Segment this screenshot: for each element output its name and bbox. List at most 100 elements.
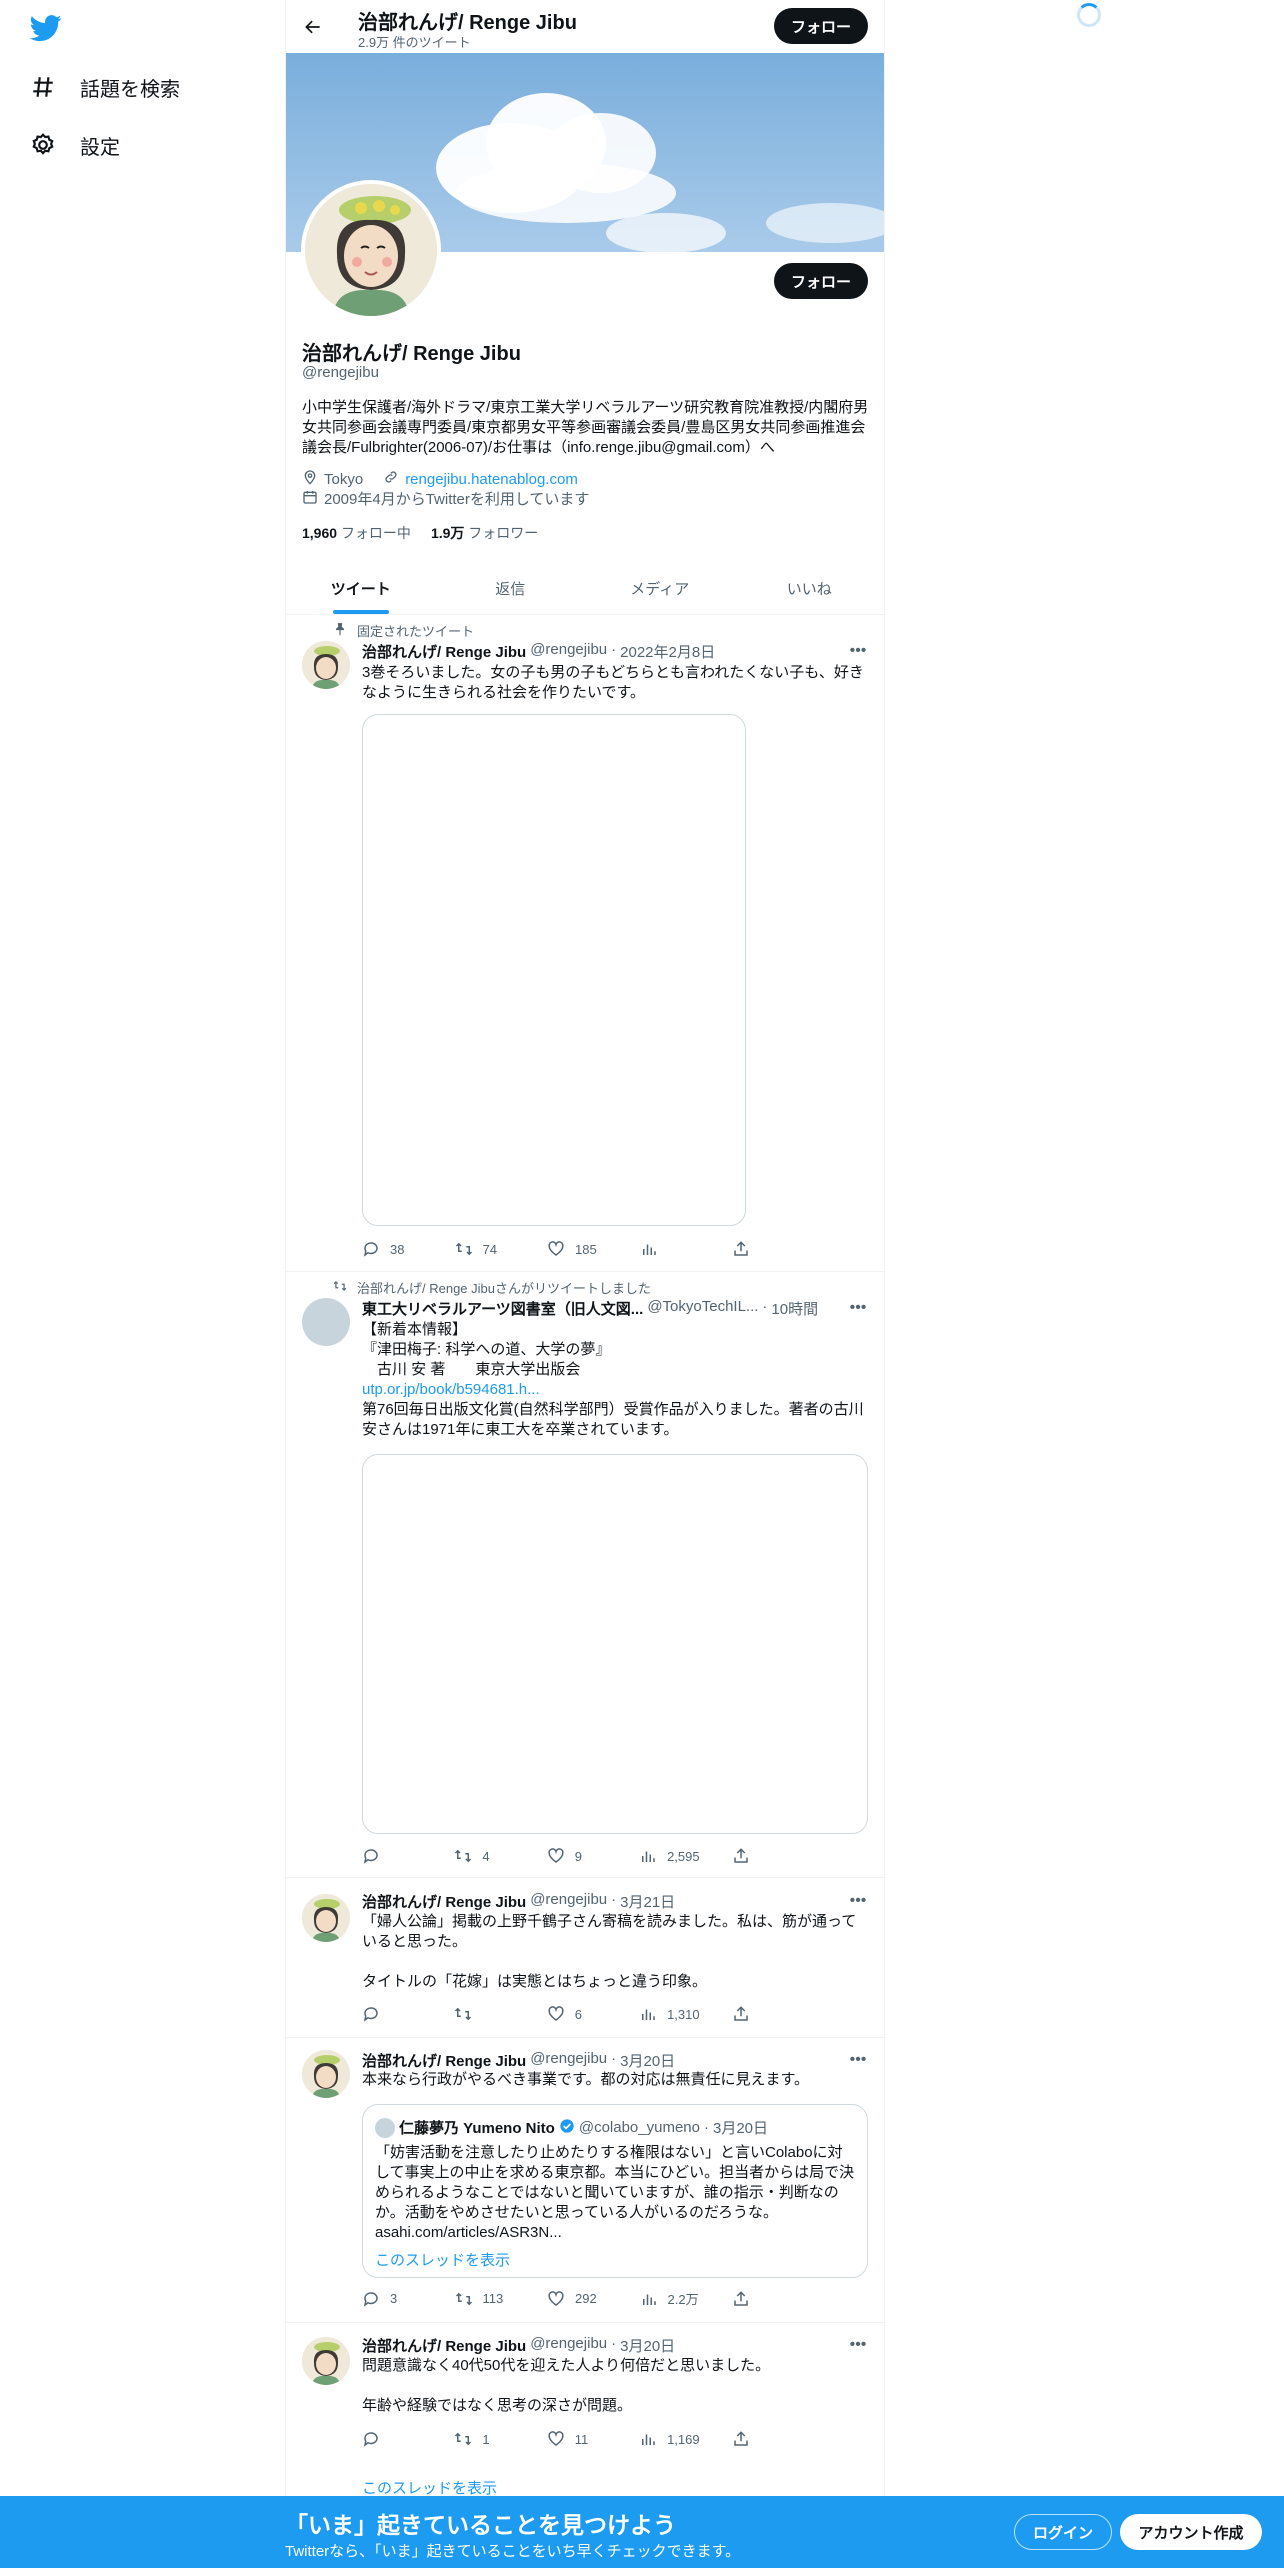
like-button[interactable]: 6 — [547, 2005, 607, 2023]
reply-button[interactable] — [362, 2430, 422, 2448]
tweet-pinned[interactable]: 固定されたツイート 治部れんげ/ Renge Jibu @rengejibu ·… — [286, 615, 884, 1272]
tweet[interactable]: 治部れんげ/ Renge Jibu @rengejibu · 3月21日 •••… — [286, 1878, 884, 2038]
tweet-link[interactable]: utp.or.jp/book/b594681.h... — [362, 1380, 870, 1400]
tweet-text: 【新着本情報】 『津田梅子: 科学への道、大学の夢』 古川 安 著 東京大学出版… — [362, 1320, 870, 1440]
views-button[interactable]: 1,310 — [639, 2005, 700, 2023]
tab-media[interactable]: メディア — [585, 562, 735, 614]
signup-prompt-bar: 「いま」起きていることを見つけよう Twitterなら、「いま」起きていることを… — [0, 2496, 1284, 2568]
analytics-icon — [642, 2294, 656, 2305]
tweet-author-handle[interactable]: @TokyoTechIL... — [647, 1298, 758, 1319]
twitter-logo-icon[interactable] — [28, 12, 64, 44]
tweet-media[interactable] — [362, 1454, 868, 1834]
share-button[interactable] — [732, 2289, 792, 2308]
quoted-author-handle: @colabo_yumeno — [578, 2119, 700, 2136]
tweet-author-name[interactable]: 治部れんげ/ Renge Jibu — [362, 2335, 526, 2356]
retweet-button[interactable]: 113 — [455, 2289, 515, 2308]
tweet-retweeted[interactable]: 治部れんげ/ Renge Jibuさんがリツイートしました 東工大リベラルアーツ… — [286, 1272, 884, 1878]
signup-button[interactable]: アカウント作成 — [1120, 2514, 1262, 2550]
quoted-tweet[interactable]: 仁藤夢乃 Yumeno Nito @colabo_yumeno · 3月20日 … — [362, 2104, 868, 2278]
tweet-date[interactable]: 2022年2月8日 — [620, 641, 715, 662]
share-button[interactable] — [732, 2430, 792, 2448]
tab-likes[interactable]: いいね — [735, 562, 885, 614]
tab-replies[interactable]: 返信 — [436, 562, 586, 614]
back-arrow-icon[interactable] — [298, 12, 328, 42]
tweet-author-name[interactable]: 東工大リベラルアーツ図書室（旧人文図... — [362, 1298, 643, 1319]
reply-button[interactable] — [362, 2005, 422, 2023]
profile-avatar[interactable] — [301, 180, 441, 320]
follow-button[interactable]: フォロー — [774, 263, 868, 299]
retweet-button[interactable]: 4 — [454, 1847, 514, 1865]
views-button[interactable]: 2,595 — [639, 1847, 700, 1865]
tweet-author-handle[interactable]: @rengejibu — [530, 1891, 607, 1912]
quoted-show-thread-link[interactable]: このスレッドを表示 — [375, 2249, 510, 2270]
analytics-icon — [642, 1851, 655, 1862]
share-button[interactable] — [732, 1240, 792, 1258]
retweet-button[interactable] — [454, 2005, 514, 2023]
reply-icon — [363, 1849, 378, 1864]
retweet-button[interactable]: 1 — [454, 2430, 514, 2448]
share-button[interactable] — [732, 2005, 792, 2023]
avatar[interactable] — [302, 1298, 350, 1346]
retweet-icon — [455, 1242, 472, 1256]
quoted-tweet-text: 「妨害活動を注意したり止めたりする権限はない」と言いColaboに対 して事実上… — [375, 2144, 855, 2241]
more-options-icon[interactable]: ••• — [848, 2050, 868, 2070]
heart-icon — [548, 2431, 564, 2446]
like-button[interactable]: 11 — [547, 2430, 607, 2448]
share-icon — [734, 1848, 748, 1863]
followers-link[interactable]: 1.9万 フォロワー — [431, 523, 538, 543]
like-button[interactable]: 185 — [547, 1240, 607, 1258]
more-options-icon[interactable]: ••• — [848, 641, 868, 661]
share-icon — [734, 2006, 748, 2021]
reply-button[interactable]: 38 — [362, 1240, 422, 1258]
tweet-date[interactable]: 3月21日 — [620, 1891, 675, 1912]
sidebar-item-explore[interactable]: 話題を検索 — [28, 67, 180, 107]
tweet-date[interactable]: 3月20日 — [620, 2335, 675, 2356]
following-link[interactable]: 1,960 フォロー中 — [302, 523, 411, 543]
reply-button[interactable] — [362, 1847, 422, 1865]
tweet-header: 治部れんげ/ Renge Jibu @rengejibu · 3月20日 — [362, 2050, 676, 2071]
tweet-author-name[interactable]: 治部れんげ/ Renge Jibu — [362, 641, 526, 662]
share-icon — [734, 2290, 748, 2306]
avatar[interactable] — [302, 2050, 350, 2098]
login-button[interactable]: ログイン — [1014, 2514, 1112, 2550]
tweet-author-handle[interactable]: @rengejibu — [530, 2335, 607, 2356]
profile-handle: @rengejibu — [302, 364, 379, 381]
share-icon — [734, 1241, 748, 1256]
tweet-author-name[interactable]: 治部れんげ/ Renge Jibu — [362, 1891, 526, 1912]
tab-tweets[interactable]: ツイート — [286, 562, 436, 614]
prompt-subtitle: Twitterなら、「いま」起きていることをいち早くチェックできます。 — [285, 2543, 741, 2560]
tweet-media[interactable] — [362, 714, 746, 1226]
header-follow-button[interactable]: フォロー — [774, 8, 868, 44]
more-options-icon[interactable]: ••• — [848, 1891, 868, 1911]
like-button[interactable]: 292 — [547, 2289, 607, 2308]
reply-icon — [363, 2291, 378, 2307]
avatar[interactable] — [302, 1894, 350, 1942]
tweet-with-quote[interactable]: 治部れんげ/ Renge Jibu @rengejibu · 3月20日 •••… — [286, 2038, 884, 2323]
sidebar-item-label: 話題を検索 — [80, 78, 180, 101]
analytics-icon — [642, 2009, 655, 2020]
tweet-author-handle[interactable]: @rengejibu — [530, 641, 607, 662]
reply-button[interactable]: 3 — [362, 2289, 422, 2308]
profile-header-bar: 治部れんげ/ Renge Jibu 2.9万 件のツイート フォロー — [286, 0, 884, 53]
avatar[interactable] — [302, 2337, 350, 2385]
more-options-icon[interactable]: ••• — [848, 1298, 868, 1318]
tweet-author-name[interactable]: 治部れんげ/ Renge Jibu — [362, 2050, 526, 2071]
tweet-date[interactable]: 10時間 — [771, 1298, 818, 1319]
sidebar-item-settings[interactable]: 設定 — [28, 125, 120, 165]
show-thread-link[interactable]: このスレッドを表示 — [362, 2477, 497, 2498]
like-button[interactable]: 9 — [547, 1847, 607, 1865]
share-button[interactable] — [732, 1847, 792, 1865]
tweet-date[interactable]: 3月20日 — [620, 2050, 675, 2071]
retweet-icon — [455, 2292, 472, 2305]
tweet-author-handle[interactable]: @rengejibu — [530, 2050, 607, 2071]
views-button[interactable]: 1,169 — [639, 2430, 700, 2448]
avatar[interactable] — [302, 641, 350, 689]
profile-website-link[interactable]: rengejibu.hatenablog.com — [405, 471, 578, 488]
retweet-button[interactable]: 74 — [455, 1240, 515, 1258]
analytics-icon — [642, 2434, 655, 2445]
views-button[interactable]: 2.2万 — [640, 2289, 700, 2308]
more-options-icon[interactable]: ••• — [848, 2335, 868, 2355]
tweet[interactable]: 治部れんげ/ Renge Jibu @rengejibu · 3月20日 •••… — [286, 2323, 884, 2503]
verified-badge-icon — [559, 2118, 575, 2138]
views-button[interactable] — [640, 1240, 700, 1258]
